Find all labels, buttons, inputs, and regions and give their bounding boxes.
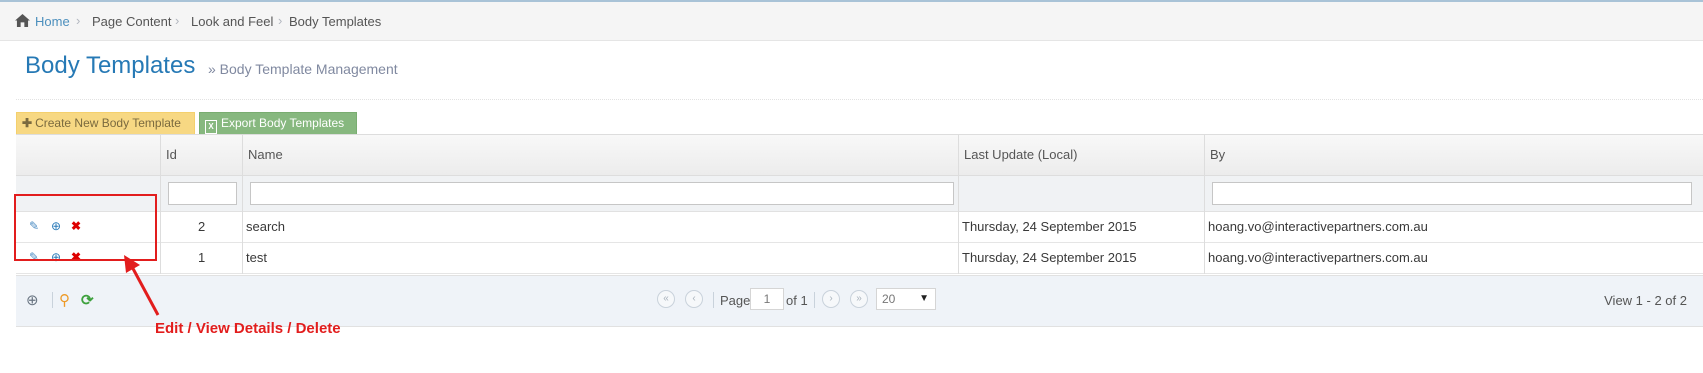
breadcrumb-separator: › (278, 13, 283, 28)
zoom-icon[interactable]: ⊕ (26, 291, 39, 309)
export-body-templates-button[interactable]: X Export Body Templates (199, 112, 357, 135)
first-page-icon[interactable]: « (657, 290, 675, 308)
breadcrumb: Home › Page Content › Look and Feel › Bo… (0, 2, 1703, 41)
search-icon[interactable]: ⚲ (59, 291, 70, 309)
page-number-input[interactable]: 1 (750, 288, 784, 310)
column-header-name[interactable]: Name (248, 147, 283, 162)
pager-separator (52, 292, 53, 308)
export-button-label: Export Body Templates (221, 116, 345, 130)
last-page-icon[interactable]: » (850, 290, 868, 308)
cell-name: test (246, 250, 267, 265)
prev-page-icon[interactable]: ‹ (685, 290, 703, 308)
next-page-icon[interactable]: › (822, 290, 840, 308)
grid-header: Id Name Last Update (Local) By (16, 134, 1703, 176)
table-row: ✎ ⊕ ✖ 2 search Thursday, 24 September 20… (16, 212, 1703, 243)
cell-by: hoang.vo@interactivepartners.com.au (1208, 250, 1428, 265)
column-divider (242, 134, 243, 274)
header-divider (16, 99, 1703, 100)
breadcrumb-item-look-and-feel[interactable]: Look and Feel (191, 14, 273, 29)
cell-name: search (246, 219, 286, 234)
page-count: of 1 (786, 293, 808, 308)
annotation-label: Edit / View Details / Delete (155, 320, 341, 337)
column-header-by[interactable]: By (1210, 147, 1225, 162)
by-filter-input[interactable] (1212, 182, 1692, 205)
cell-id: 1 (198, 250, 206, 265)
column-header-last-update[interactable]: Last Update (Local) (964, 147, 1077, 162)
page-label: Page (720, 293, 751, 308)
column-divider (958, 134, 959, 274)
excel-icon: X (205, 120, 217, 134)
records-count: View 1 - 2 of 2 (1604, 293, 1687, 308)
name-filter-input[interactable] (250, 182, 954, 205)
cell-id: 2 (198, 219, 206, 234)
column-divider (160, 134, 161, 274)
chevron-down-icon: ▼ (919, 293, 929, 304)
breadcrumb-separator: › (76, 13, 81, 28)
create-button-label: Create New Body Template (35, 116, 181, 130)
page-subtitle: » Body Template Management (208, 61, 398, 77)
table-row: ✎ ⊕ ✖ 1 test Thursday, 24 September 2015… (16, 243, 1703, 274)
filter-row (16, 176, 1703, 212)
page-size-value: 20 (882, 292, 896, 306)
breadcrumb-item-page-content[interactable]: Page Content (92, 14, 172, 29)
column-divider (1204, 134, 1205, 274)
cell-last-update: Thursday, 24 September 2015 (962, 219, 1137, 234)
annotation-arrow (124, 255, 160, 316)
pager-separator (713, 292, 714, 308)
page-title: Body Templates (25, 52, 196, 79)
breadcrumb-item-current: Body Templates (289, 14, 382, 29)
create-body-template-button[interactable]: ✚ Create New Body Template (16, 112, 195, 135)
column-header-id[interactable]: Id (166, 147, 177, 162)
cell-last-update: Thursday, 24 September 2015 (962, 250, 1137, 265)
page-size-select[interactable]: 20 ▼ (876, 288, 936, 310)
breadcrumb-separator: › (175, 13, 180, 28)
cell-by: hoang.vo@interactivepartners.com.au (1208, 219, 1428, 234)
pager-separator (814, 292, 815, 308)
plus-icon: ✚ (22, 116, 33, 130)
home-icon (15, 14, 30, 27)
id-filter-input[interactable] (168, 182, 237, 205)
breadcrumb-home-link[interactable]: Home (35, 14, 70, 29)
annotation-highlight-box (14, 194, 157, 261)
refresh-icon[interactable]: ⟳ (81, 291, 94, 309)
